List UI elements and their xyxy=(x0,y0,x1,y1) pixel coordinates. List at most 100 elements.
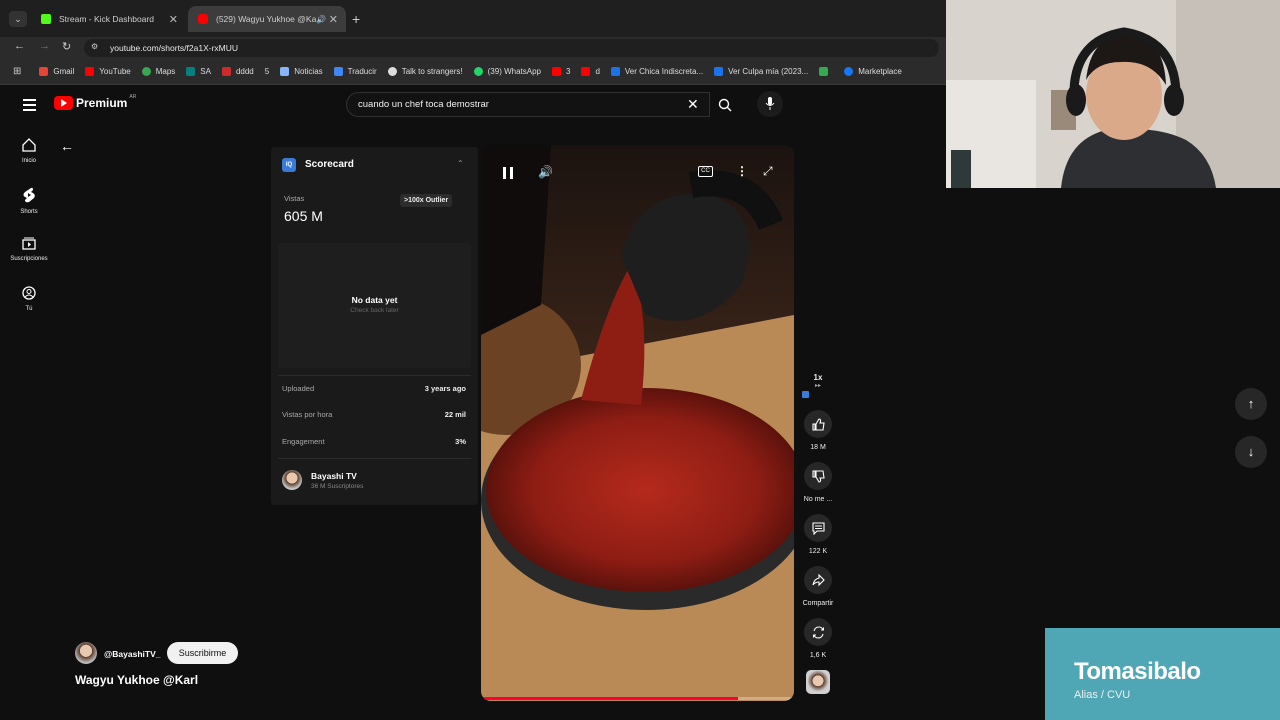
volume-icon[interactable]: 🔊 xyxy=(538,165,553,179)
remix-button[interactable]: 1,6 K xyxy=(800,618,836,659)
nav-item-tu[interactable]: Tú xyxy=(0,286,58,312)
progress-fill xyxy=(481,697,738,700)
donation-overlay: Tomasibalo Alias / CVU xyxy=(1045,628,1280,720)
bookmark-3[interactable]: 3 xyxy=(551,67,570,76)
gmail-icon xyxy=(39,67,49,76)
search-box[interactable]: cuando un chef toca demostrar ✕ xyxy=(346,92,710,117)
fullscreen-icon[interactable]: ⤢ xyxy=(763,164,773,179)
next-short-button[interactable]: ↓ xyxy=(1235,436,1267,468)
bookmark-culpa-mia[interactable]: Ver Culpa mía (2023... xyxy=(714,67,808,76)
playback-speed-button[interactable]: 1x ▸▸ xyxy=(800,373,836,389)
bookmark-whatsapp[interactable]: (39) WhatsApp xyxy=(473,67,541,76)
captions-icon[interactable]: CC xyxy=(698,166,713,177)
facebook-icon xyxy=(844,67,854,76)
speaker-icon[interactable]: 🔊 xyxy=(316,15,326,24)
views-value: 605 M xyxy=(284,208,323,224)
channel-subscribers: 36 M Suscriptores xyxy=(311,483,364,490)
collapse-chevron-icon[interactable]: ⌃ xyxy=(457,159,464,168)
close-tab-icon[interactable]: ✕ xyxy=(329,13,338,26)
bookmark-chica-indiscreta[interactable]: Ver Chica Indiscreta... xyxy=(610,67,703,76)
film-icon xyxy=(610,67,620,76)
like-count: 18 M xyxy=(810,444,826,451)
subscriptions-icon xyxy=(22,237,36,250)
film-icon xyxy=(714,67,724,76)
like-button[interactable]: 18 M xyxy=(800,410,836,451)
remix-icon xyxy=(812,625,824,639)
address-bar-row: ← → ↻ ⚙ youtube.com/shorts/f2a1X-rxMUU xyxy=(0,37,946,59)
sa-icon xyxy=(186,67,196,76)
channel-name[interactable]: Bayashi TV xyxy=(311,471,357,481)
voice-search-button[interactable] xyxy=(757,91,783,117)
bookmark-5[interactable]: 5 xyxy=(265,67,269,76)
microphone-icon xyxy=(765,97,775,110)
thumbs-down-icon xyxy=(811,469,825,483)
news-icon xyxy=(280,67,290,76)
comments-button[interactable]: 122 K xyxy=(800,514,836,555)
back-arrow-icon[interactable]: ← xyxy=(14,40,25,52)
bookmark-youtube[interactable]: YouTube xyxy=(85,67,131,76)
remix-count: 1,6 K xyxy=(809,652,827,659)
pause-icon[interactable] xyxy=(503,167,514,179)
dislike-button[interactable]: No me ... xyxy=(800,462,836,503)
scorecard-logo-icon: IQ xyxy=(282,158,296,172)
tab-youtube-short[interactable]: (529) Wagyu Yukhoe @Karl 🔊 ✕ xyxy=(188,6,346,32)
views-label: Vistas xyxy=(284,194,305,203)
new-tab-button[interactable]: + xyxy=(352,11,360,27)
chart-placeholder: No data yet Check back later xyxy=(278,243,471,368)
youtube-logo[interactable]: Premium AR xyxy=(54,94,136,110)
search-input[interactable]: cuando un chef toca demostrar xyxy=(358,99,489,110)
bookmark-talk-to-strangers[interactable]: Talk to strangers! xyxy=(387,67,463,76)
clear-search-icon[interactable]: ✕ xyxy=(687,96,699,113)
nav-item-suscripciones[interactable]: Suscripciones xyxy=(0,236,58,262)
channel-avatar-small[interactable] xyxy=(75,642,97,664)
translate-icon xyxy=(333,67,343,76)
tab-title: (529) Wagyu Yukhoe @Karl xyxy=(216,14,316,24)
tab-kick-dashboard[interactable]: Stream - Kick Dashboard ✕ xyxy=(31,6,186,32)
reload-icon[interactable]: ↻ xyxy=(62,40,71,53)
bookmark-d[interactable]: d xyxy=(581,67,600,76)
whatsapp-icon xyxy=(473,67,483,76)
bookmark-noticias[interactable]: Noticias xyxy=(280,67,323,76)
progress-track[interactable] xyxy=(481,697,794,700)
sound-avatar[interactable] xyxy=(806,670,830,694)
menu-icon[interactable] xyxy=(23,99,36,111)
bookmark-gmail[interactable]: Gmail xyxy=(39,67,74,76)
you-icon xyxy=(22,286,36,300)
bookmark-dddd[interactable]: dddd xyxy=(221,67,254,76)
short-video-player[interactable]: 🔊 CC ⋮ ⤢ xyxy=(481,145,794,701)
close-tab-icon[interactable]: ✕ xyxy=(169,13,178,26)
bookmark-traducir[interactable]: Traducir xyxy=(333,67,377,76)
subscribe-button[interactable]: Suscribirme xyxy=(167,642,238,664)
search-icon xyxy=(718,98,732,112)
green-icon xyxy=(819,67,829,76)
bookmark-unnamed[interactable] xyxy=(819,67,833,76)
webcam-image xyxy=(946,0,1280,188)
apps-grid-icon[interactable]: ⊞ xyxy=(13,66,21,77)
forward-arrow-icon[interactable]: → xyxy=(39,40,50,52)
nav-item-inicio[interactable]: Inicio xyxy=(0,138,58,164)
tab-search-dropdown[interactable]: ⌄ xyxy=(9,11,27,27)
bookmark-maps[interactable]: Maps xyxy=(141,67,175,76)
share-icon xyxy=(811,573,825,586)
home-icon xyxy=(22,138,36,152)
bookmarks-bar: ⊞ Gmail YouTube Maps SA dddd 5 Noticias … xyxy=(0,59,946,85)
url-field[interactable]: ⚙ youtube.com/shorts/f2a1X-rxMUU xyxy=(84,39,939,57)
previous-short-button[interactable]: ↑ xyxy=(1235,388,1267,420)
youtube-icon xyxy=(198,14,208,24)
back-arrow-icon[interactable]: ← xyxy=(60,138,74,154)
no-data-text: No data yet xyxy=(351,295,398,305)
bookmark-sa[interactable]: SA xyxy=(186,67,211,76)
channel-handle[interactable]: @BayashiTV_ xyxy=(104,649,160,659)
scorecard-title: Scorecard xyxy=(305,159,354,170)
speed-label: 1x xyxy=(813,373,823,382)
more-options-icon[interactable]: ⋮ xyxy=(736,164,748,178)
bookmark-marketplace[interactable]: Marketplace xyxy=(844,67,902,76)
share-button[interactable]: Compartir xyxy=(800,566,836,607)
youtube-icon xyxy=(85,67,95,76)
search-button[interactable] xyxy=(710,92,742,117)
divider xyxy=(278,375,471,376)
channel-avatar[interactable] xyxy=(282,470,302,490)
nav-item-shorts[interactable]: Shorts xyxy=(0,187,58,215)
site-info-icon[interactable]: ⚙ xyxy=(91,42,98,51)
youtube-icon xyxy=(581,67,591,76)
